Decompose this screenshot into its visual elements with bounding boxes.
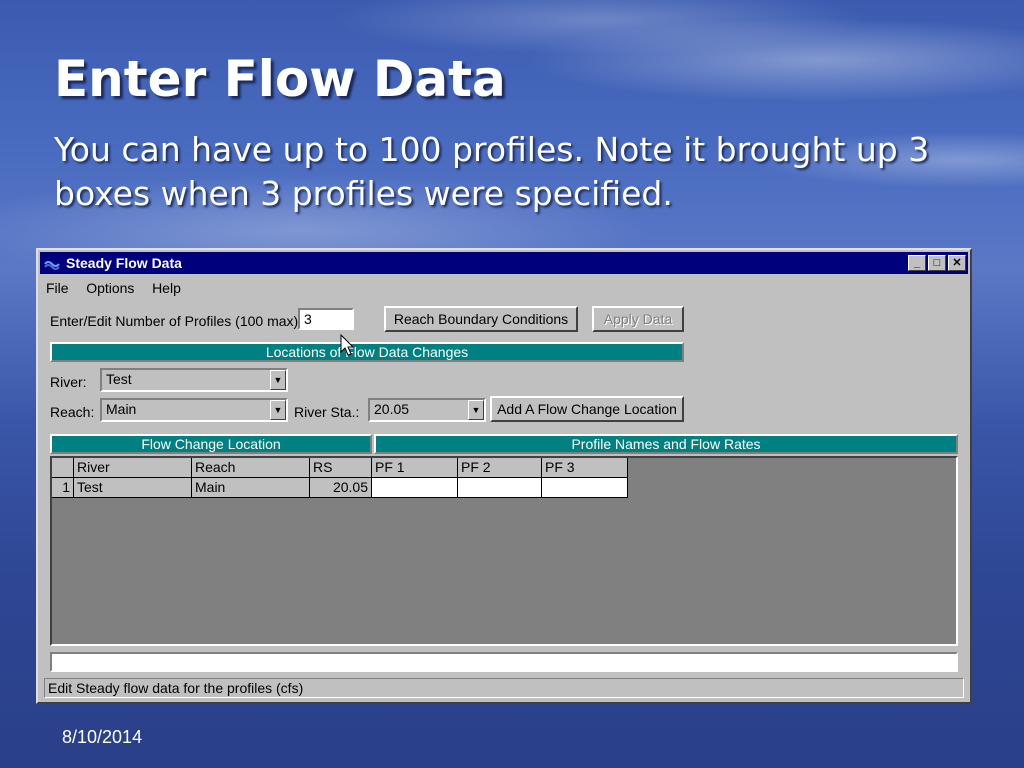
table-cell-rs[interactable]: 20.05 (310, 478, 372, 498)
column-header-rs[interactable]: RS (310, 458, 372, 478)
mouse-pointer-icon (340, 334, 355, 356)
locations-of-flow-data-changes-header: Locations of Flow Data Changes (50, 342, 684, 362)
menu-help[interactable]: Help (152, 280, 181, 296)
reach-select-value: Main (106, 401, 137, 417)
message-box (50, 652, 958, 672)
table-cell-pf1[interactable] (372, 478, 458, 498)
river-station-select-value: 20.05 (374, 401, 410, 417)
column-header-pf1[interactable]: PF 1 (372, 458, 458, 478)
steady-flow-data-window: Steady Flow Data _ □ ✕ File Options Help… (36, 248, 972, 704)
chevron-down-icon[interactable]: ▼ (270, 370, 286, 390)
menu-bar: File Options Help (46, 280, 195, 298)
chevron-down-icon[interactable]: ▼ (270, 400, 286, 420)
profile-names-and-flow-rates-header: Profile Names and Flow Rates (374, 434, 958, 454)
title-bar[interactable]: Steady Flow Data _ □ ✕ (40, 252, 968, 274)
profiles-count-input[interactable]: 3 (298, 308, 354, 330)
reach-select[interactable]: Main ▼ (100, 398, 288, 422)
column-header-river[interactable]: River (74, 458, 192, 478)
menu-options[interactable]: Options (86, 280, 134, 296)
reach-label: Reach: (50, 404, 95, 420)
flow-data-table: River Reach RS PF 1 PF 2 PF 3 1 Test Mai… (50, 456, 958, 646)
minimize-button[interactable]: _ (908, 255, 926, 271)
table-row-number[interactable]: 1 (52, 478, 74, 498)
profiles-count-label: Enter/Edit Number of Profiles (100 max): (50, 313, 303, 329)
column-header-pf3[interactable]: PF 3 (542, 458, 628, 478)
window-title: Steady Flow Data (66, 255, 182, 271)
close-button[interactable]: ✕ (948, 255, 966, 271)
row-number-header (52, 458, 74, 478)
status-bar: Edit Steady flow data for the profiles (… (44, 678, 964, 698)
slide-body-text: You can have up to 100 profiles. Note it… (54, 130, 930, 213)
river-station-select[interactable]: 20.05 ▼ (368, 398, 486, 422)
column-header-pf2[interactable]: PF 2 (458, 458, 542, 478)
river-station-label: River Sta.: (294, 404, 360, 420)
reach-boundary-conditions-button[interactable]: Reach Boundary Conditions (384, 306, 578, 332)
slide-title: Enter Flow Data (54, 50, 506, 108)
slide-date: 8/10/2014 (62, 727, 143, 747)
river-select[interactable]: Test ▼ (100, 368, 288, 392)
column-header-reach[interactable]: Reach (192, 458, 310, 478)
hec-ras-icon (44, 261, 60, 270)
menu-file[interactable]: File (46, 280, 69, 296)
flow-change-location-header: Flow Change Location (50, 434, 372, 454)
table-cell-river[interactable]: Test (74, 478, 192, 498)
table-cell-reach[interactable]: Main (192, 478, 310, 498)
chevron-down-icon[interactable]: ▼ (468, 400, 484, 420)
maximize-button[interactable]: □ (928, 255, 946, 271)
table-cell-pf2[interactable] (458, 478, 542, 498)
table-cell-pf3[interactable] (542, 478, 628, 498)
add-flow-change-location-button[interactable]: Add A Flow Change Location (490, 396, 684, 422)
apply-data-button[interactable]: Apply Data (592, 306, 684, 332)
river-select-value: Test (106, 371, 132, 387)
river-label: River: (50, 374, 87, 390)
